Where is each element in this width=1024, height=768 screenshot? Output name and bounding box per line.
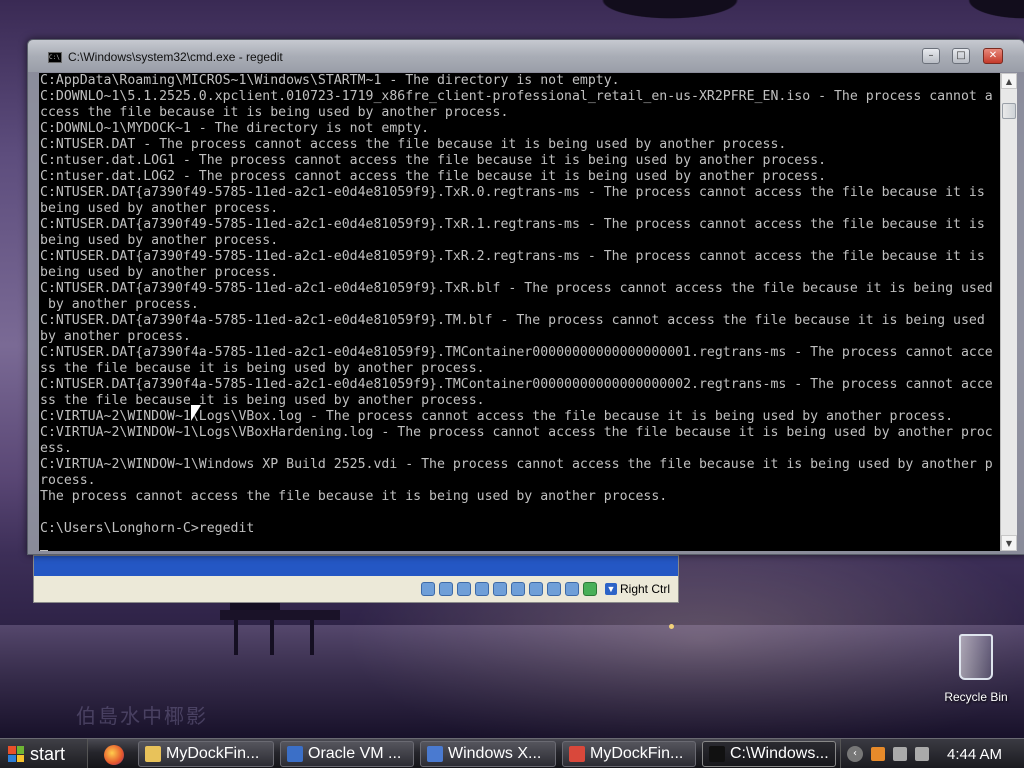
- folder-icon: [145, 746, 161, 762]
- scroll-thumb[interactable]: [1002, 103, 1016, 119]
- taskbar-button[interactable]: C:\Windows...: [702, 741, 836, 767]
- network-icon[interactable]: [474, 582, 489, 596]
- cmd-window[interactable]: C:\ C:\Windows\system32\cmd.exe - regedi…: [27, 39, 1024, 555]
- console-line: rocess.: [40, 473, 96, 488]
- display-icon[interactable]: [528, 582, 543, 596]
- console-line: C:VIRTUA~2\WINDOW~1\Logs\VBoxHardening.l…: [40, 425, 993, 440]
- console-line: ccess the file because it is being used …: [40, 105, 509, 120]
- console-line: by another process.: [40, 297, 199, 312]
- distant-light: [669, 624, 674, 629]
- system-tray: ‹ 4:44 AM: [840, 739, 1024, 768]
- text-cursor: [40, 550, 48, 551]
- taskbar-button-label: MyDockFin...: [590, 745, 684, 762]
- taskbar-button-label: Windows X...: [448, 745, 542, 762]
- palm-silhouette: [560, 0, 780, 40]
- console-line: C:NTUSER.DAT{a7390f49-5785-11ed-a2c1-e0d…: [40, 249, 985, 264]
- vm-status-bar: ▼ Right Ctrl: [34, 576, 678, 602]
- windows-vm-icon: [427, 746, 443, 762]
- console-line: C:NTUSER.DAT{a7390f4a-5785-11ed-a2c1-e0d…: [40, 345, 993, 360]
- console-line: The process cannot access the file becau…: [40, 489, 668, 504]
- pier-silhouette: [220, 600, 340, 660]
- windows-logo-icon: [8, 746, 24, 762]
- chevron-left-icon[interactable]: ‹: [847, 746, 863, 762]
- recycle-bin-icon: [959, 634, 993, 680]
- taskbar-button-label: Oracle VM ...: [308, 745, 402, 762]
- palm-silhouette-right: [940, 0, 1024, 40]
- console-output[interactable]: C:AppData\Roaming\MICROS~1\Windows\START…: [39, 73, 1000, 551]
- console-line: ess.: [40, 441, 72, 456]
- close-button[interactable]: ✕: [983, 48, 1003, 64]
- taskbar-button[interactable]: Windows X...: [420, 741, 556, 767]
- console-line: C:NTUSER.DAT{a7390f49-5785-11ed-a2c1-e0d…: [40, 185, 985, 200]
- console-line: C:VIRTUA~2\WINDOW~1\Logs\VBox.log - The …: [40, 409, 954, 424]
- hard-disk-icon[interactable]: [420, 582, 435, 596]
- cpu-icon[interactable]: [564, 582, 579, 596]
- start-label: start: [30, 743, 66, 764]
- console-line: being used by another process.: [40, 265, 279, 280]
- console-line: C:AppData\Roaming\MICROS~1\Windows\START…: [40, 73, 620, 88]
- mouse-integration-icon[interactable]: [582, 582, 597, 596]
- title-bar[interactable]: C:\ C:\Windows\system32\cmd.exe - regedi…: [28, 40, 1024, 72]
- shared-folders-icon[interactable]: [510, 582, 525, 596]
- scroll-down-icon[interactable]: ▼: [1001, 535, 1017, 551]
- console-line: being used by another process.: [40, 201, 279, 216]
- console-line: C:ntuser.dat.LOG1 - The process cannot a…: [40, 153, 827, 168]
- console-line: C:NTUSER.DAT{a7390f4a-5785-11ed-a2c1-e0d…: [40, 377, 993, 392]
- virtualbox-icon: [287, 746, 303, 762]
- recycle-bin-label: Recycle Bin: [944, 690, 1008, 704]
- console-line: being used by another process.: [40, 233, 279, 248]
- console-line: C:NTUSER.DAT - The process cannot access…: [40, 137, 787, 152]
- console-line: C:NTUSER.DAT{a7390f49-5785-11ed-a2c1-e0d…: [40, 281, 993, 296]
- taskbar-button[interactable]: Oracle VM ...: [280, 741, 414, 767]
- minimize-button[interactable]: –: [922, 48, 940, 64]
- window-title: C:\Windows\system32\cmd.exe - regedit: [68, 50, 283, 64]
- console-line: C:VIRTUA~2\WINDOW~1\Windows XP Build 252…: [40, 457, 993, 472]
- chrome-icon: [569, 746, 585, 762]
- tray-app-icon[interactable]: [871, 747, 885, 761]
- console-line: ss the file because it is being used by …: [40, 393, 485, 408]
- taskbar: start MyDockFin... Oracle VM ... Windows X…: [0, 738, 1024, 768]
- wallpaper-watermark: 伯島水中椰影: [76, 704, 208, 728]
- cmd-app-icon[interactable]: C:\: [48, 52, 62, 63]
- console-line: ss the file because it is being used by …: [40, 361, 485, 376]
- console-line: C:\Users\Longhorn-C>regedit: [40, 521, 255, 536]
- usb-icon[interactable]: [492, 582, 507, 596]
- taskbar-button-label: MyDockFin...: [166, 745, 260, 762]
- network-tray-icon[interactable]: [893, 747, 907, 761]
- console-line: C:DOWNLO~1\5.1.2525.0.xpclient.010723-17…: [40, 89, 993, 104]
- host-key-label: Right Ctrl: [619, 582, 670, 596]
- taskbar-button[interactable]: MyDockFin...: [562, 741, 696, 767]
- console-line: by another process.: [40, 329, 191, 344]
- scroll-up-icon[interactable]: ▲: [1001, 73, 1017, 89]
- console-line: C:NTUSER.DAT{a7390f49-5785-11ed-a2c1-e0d…: [40, 217, 985, 232]
- audio-icon[interactable]: [456, 582, 471, 596]
- vertical-scrollbar[interactable]: ▲ ▼: [1000, 73, 1017, 551]
- clock[interactable]: 4:44 AM: [947, 746, 1002, 763]
- taskbar-button-label: C:\Windows...: [730, 745, 829, 762]
- volume-icon[interactable]: [915, 747, 929, 761]
- taskbar-button[interactable]: MyDockFin...: [138, 741, 274, 767]
- recycle-bin[interactable]: Recycle Bin: [936, 634, 1016, 704]
- optical-drive-icon[interactable]: [438, 582, 453, 596]
- arrow-down-icon: ▼: [604, 583, 617, 595]
- maximize-button[interactable]: □: [952, 48, 970, 64]
- host-key-indicator[interactable]: ▼ Right Ctrl: [604, 582, 670, 596]
- firefox-icon[interactable]: [104, 745, 124, 765]
- virtualbox-window[interactable]: ▼ Right Ctrl: [33, 555, 679, 603]
- recording-icon[interactable]: [546, 582, 561, 596]
- cmd-icon: [709, 746, 725, 762]
- vm-screen[interactable]: [34, 556, 678, 576]
- start-button[interactable]: start: [0, 739, 88, 768]
- mouse-pointer-icon: [191, 405, 201, 421]
- console-line: C:ntuser.dat.LOG2 - The process cannot a…: [40, 169, 827, 184]
- console-line: C:NTUSER.DAT{a7390f4a-5785-11ed-a2c1-e0d…: [40, 313, 985, 328]
- console-line: C:DOWNLO~1\MYDOCK~1 - The directory is n…: [40, 121, 430, 136]
